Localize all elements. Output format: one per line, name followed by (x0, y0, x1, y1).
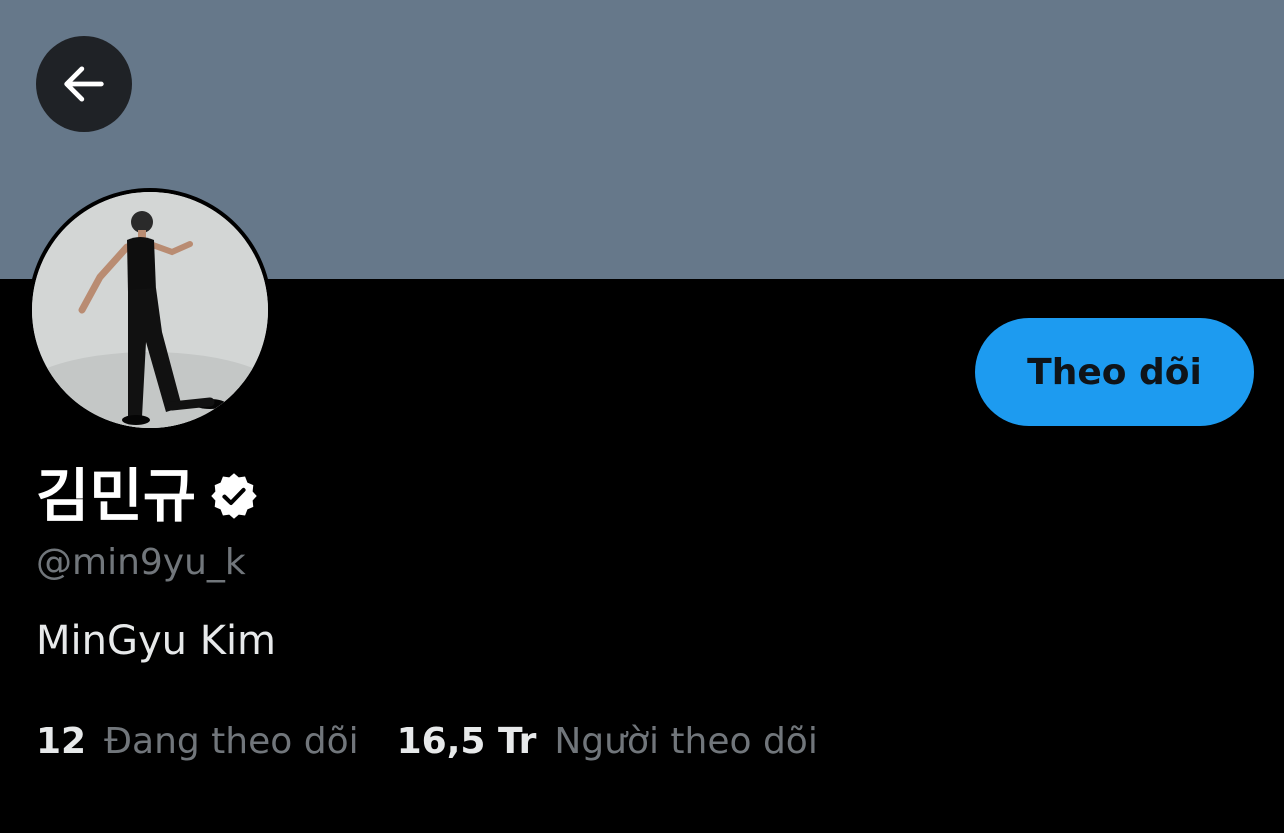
avatar[interactable] (28, 188, 272, 432)
back-button[interactable] (36, 36, 132, 132)
name-row: 김민규 (36, 458, 262, 534)
profile-stats: 12 Đang theo dõi 16,5 Tr Người theo dõi (36, 716, 818, 768)
followers-stat[interactable]: 16,5 Tr Người theo dõi (397, 716, 818, 768)
arrow-left-icon (64, 66, 104, 102)
profile-bio: MinGyu Kim (36, 618, 277, 664)
avatar-photo (32, 192, 268, 428)
followers-count: 16,5 Tr (396, 721, 537, 762)
following-count: 12 (36, 721, 87, 762)
followers-label: Người theo dõi (554, 721, 818, 762)
follow-button[interactable]: Theo dõi (975, 318, 1254, 426)
profile-handle: @min9yu_k (36, 542, 246, 583)
verified-badge-icon[interactable] (208, 469, 262, 523)
following-stat[interactable]: 12 Đang theo dõi (36, 716, 359, 768)
display-name: 김민규 (36, 462, 197, 530)
following-label: Đang theo dõi (104, 721, 359, 762)
